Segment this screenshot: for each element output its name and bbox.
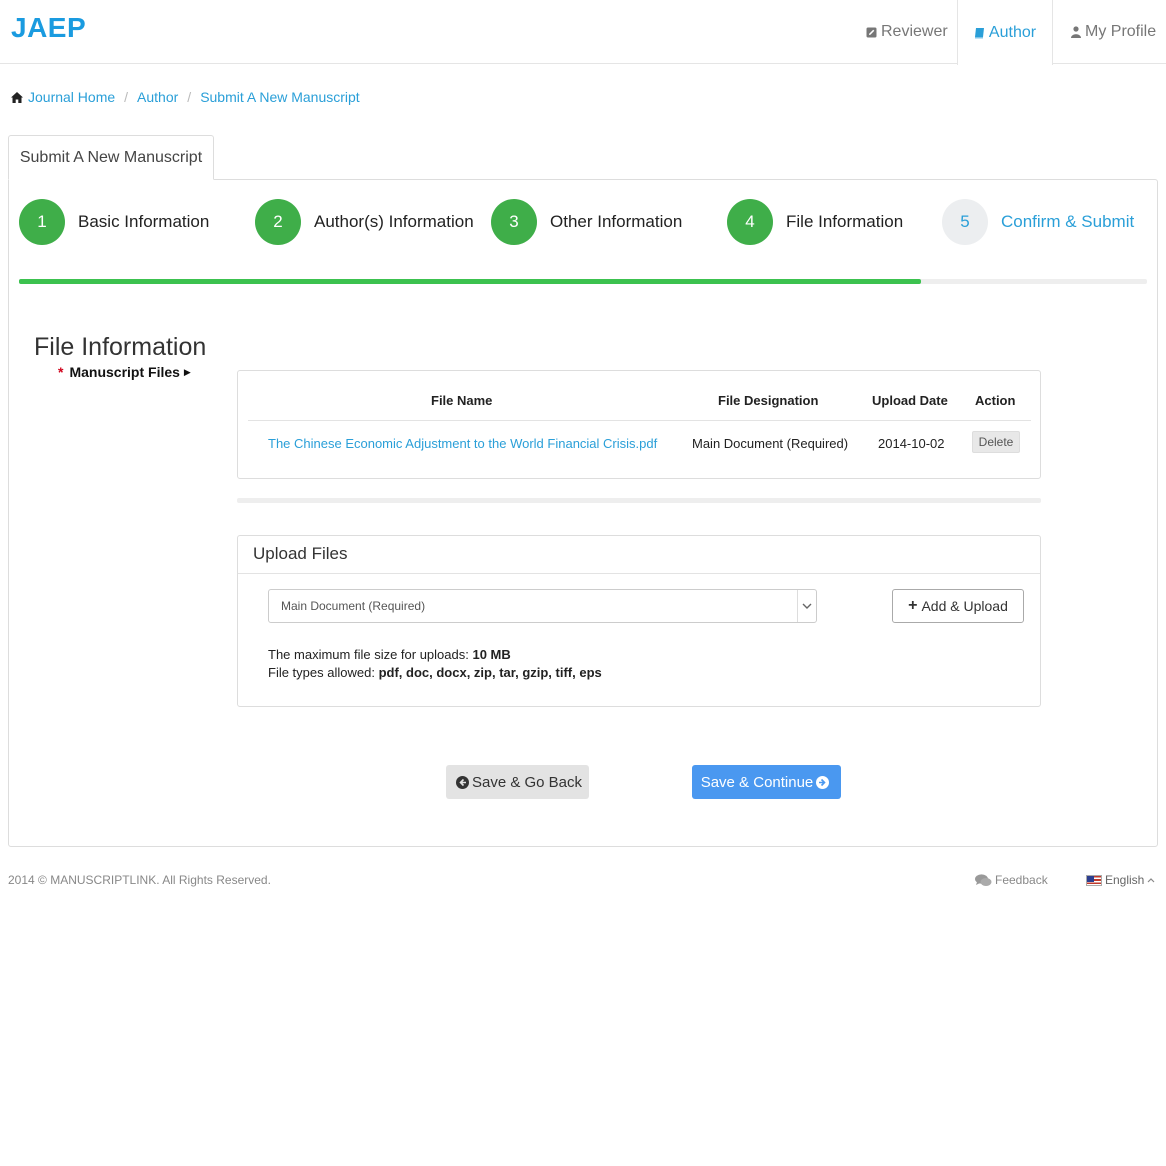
column-header-upload-date: Upload Date — [872, 393, 948, 408]
language-selector[interactable]: English — [1086, 873, 1155, 887]
nav-author-label: Author — [988, 23, 1037, 41]
breadcrumb-submit-manuscript[interactable]: Submit A New Manuscript — [200, 89, 360, 105]
home-icon — [11, 91, 23, 103]
tab-submit-new-manuscript[interactable]: Submit A New Manuscript — [8, 135, 214, 180]
section-divider — [237, 498, 1041, 503]
max-size-label: The maximum file size for uploads: — [268, 647, 469, 662]
file-designation-select[interactable]: Main Document (Required) — [268, 589, 817, 623]
step-number: 5 — [942, 199, 988, 245]
upload-files-heading: Upload Files — [253, 544, 348, 563]
step-file-information[interactable]: 4 File Information — [727, 199, 903, 245]
step-number: 1 — [19, 199, 65, 245]
file-types-value: pdf, doc, docx, zip, tar, gzip, tiff, ep… — [378, 665, 602, 680]
step-number: 2 — [255, 199, 301, 245]
breadcrumb-journal-home[interactable]: Journal Home — [28, 89, 115, 105]
top-navbar: JAEP Reviewer Author My Profile — [0, 0, 1166, 65]
column-header-file-designation: File Designation — [718, 393, 819, 408]
required-marker: * — [58, 364, 64, 380]
save-go-back-button[interactable]: Save & Go Back — [446, 765, 589, 799]
upload-limits: The maximum file size for uploads: 10 MB… — [268, 646, 602, 682]
step-number: 3 — [491, 199, 537, 245]
breadcrumb-author[interactable]: Author — [137, 89, 178, 105]
step-label: Basic Information — [78, 212, 210, 231]
step-label: Other Information — [550, 212, 683, 231]
brand-logo[interactable]: JAEP — [11, 12, 86, 44]
delete-file-button[interactable]: Delete — [972, 431, 1020, 453]
file-types-label: File types allowed: — [268, 665, 375, 680]
file-name-link[interactable]: The Chinese Economic Adjustment to the W… — [268, 436, 657, 451]
nav-reviewer[interactable]: Reviewer — [866, 0, 948, 64]
chevron-up-icon — [1147, 877, 1155, 883]
breadcrumb-separator: / — [124, 89, 129, 105]
step-authors-information[interactable]: 2 Author(s) Information — [255, 199, 474, 245]
breadcrumb-separator: / — [187, 89, 192, 105]
progress-bar — [19, 279, 1147, 284]
manuscript-files-label: * Manuscript Files ▶ — [58, 364, 191, 380]
nav-profile-label: My Profile — [1085, 23, 1157, 40]
step-basic-information[interactable]: 1 Basic Information — [19, 199, 209, 245]
section-title: File Information — [34, 332, 207, 361]
nav-my-profile[interactable]: My Profile — [1071, 0, 1156, 64]
file-designation-cell: Main Document (Required) — [692, 436, 849, 451]
footer-copyright: 2014 © MANUSCRIPTLINK. All Rights Reserv… — [8, 873, 271, 887]
language-label: English — [1105, 873, 1145, 887]
edit-icon — [866, 27, 877, 38]
step-label: File Information — [786, 212, 904, 231]
comments-icon — [975, 873, 992, 887]
upload-panel-divider — [238, 573, 1040, 574]
arrow-circle-left-icon — [455, 775, 469, 789]
column-header-action: Action — [975, 393, 1016, 408]
feedback-label: Feedback — [995, 873, 1048, 887]
plus-icon: + — [908, 597, 918, 614]
step-confirm-submit[interactable]: 5 Confirm & Submit — [942, 199, 1134, 245]
max-size-value: 10 MB — [472, 647, 511, 662]
file-designation-select-value: Main Document (Required) — [281, 599, 426, 613]
progress-bar-fill — [19, 279, 922, 284]
arrow-circle-right-icon — [816, 775, 830, 789]
book-icon — [974, 27, 985, 39]
us-flag-icon — [1086, 874, 1102, 886]
save-continue-button[interactable]: Save & Continue — [692, 765, 841, 799]
manuscript-files-label-text: Manuscript Files — [69, 364, 180, 380]
nav-reviewer-label: Reviewer — [881, 23, 948, 40]
add-upload-button-label: Add & Upload — [921, 598, 1008, 614]
step-label: Author(s) Information — [314, 212, 474, 231]
step-label: Confirm & Submit — [1001, 212, 1135, 231]
user-icon — [1071, 26, 1081, 38]
caret-right-icon: ▶ — [183, 366, 191, 377]
files-table — [237, 370, 1041, 479]
column-header-file-name: File Name — [431, 393, 493, 408]
save-go-back-label: Save & Go Back — [471, 773, 583, 791]
add-upload-button[interactable]: + Add & Upload — [892, 589, 1024, 623]
nav-author[interactable]: Author — [957, 0, 1053, 65]
table-header-divider — [248, 420, 1031, 421]
feedback-link[interactable]: Feedback — [975, 873, 1048, 887]
breadcrumb: Journal Home / Author / Submit A New Man… — [11, 89, 360, 105]
step-other-information[interactable]: 3 Other Information — [491, 199, 682, 245]
chevron-down-icon — [797, 590, 816, 622]
save-continue-label: Save & Continue — [700, 773, 814, 791]
step-number: 4 — [727, 199, 773, 245]
upload-date-cell: 2014-10-02 — [878, 436, 945, 451]
